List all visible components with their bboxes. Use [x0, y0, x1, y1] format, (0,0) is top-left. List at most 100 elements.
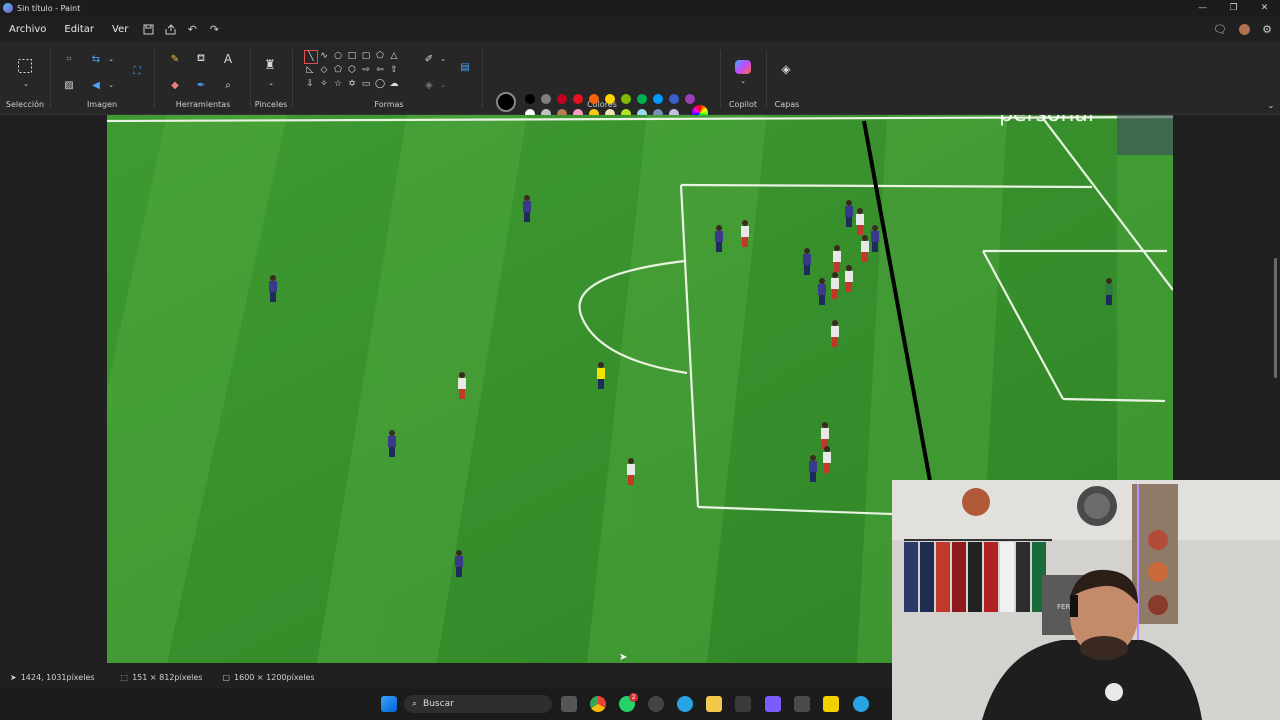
resize-chevron-icon[interactable]: ⌄ [104, 52, 118, 66]
diamond-shape-icon[interactable]: ◇ [318, 64, 330, 76]
palette-swatch[interactable] [557, 94, 567, 104]
player-figure [856, 208, 864, 235]
settings-gear-icon[interactable]: ⚙ [1262, 23, 1272, 36]
menu-editar[interactable]: Editar [55, 24, 103, 35]
stroke-size-icon[interactable]: ▤ [458, 60, 472, 74]
palette-swatch[interactable] [685, 94, 695, 104]
rotate-icon[interactable]: ◀ [89, 78, 103, 92]
palette-swatch[interactable] [621, 94, 631, 104]
layers-icon[interactable]: ◈ [779, 62, 793, 76]
palette-swatch[interactable] [637, 94, 647, 104]
primary-color-swatch[interactable] [496, 92, 516, 112]
windows-start-icon[interactable] [381, 696, 397, 712]
star6-shape-icon[interactable]: ✡ [346, 78, 358, 90]
app-icon-capture[interactable] [735, 696, 751, 712]
group-capas: ◈ Capas [768, 42, 806, 114]
copilot-chevron-icon[interactable]: ⌄ [736, 74, 750, 88]
fill-bucket-icon[interactable]: ⛾ [194, 52, 208, 66]
color-picker-icon[interactable]: ✒ [194, 78, 208, 92]
resize-icon[interactable]: ⇆ [89, 52, 103, 66]
triangle-shape-icon[interactable]: △ [388, 50, 400, 62]
player-figure [831, 272, 839, 299]
menu-ver[interactable]: Ver [103, 24, 137, 35]
brush-chevron-icon[interactable]: ⌄ [264, 76, 278, 90]
undo-icon[interactable]: ↶ [181, 18, 203, 40]
app-icon-grid[interactable] [765, 696, 781, 712]
text-tool-icon[interactable]: A [221, 52, 235, 66]
callout-rect-shape-icon[interactable]: ▭ [360, 78, 372, 90]
image-select-icon[interactable]: ⛶ [130, 64, 144, 78]
crop-icon[interactable]: ⌗ [62, 52, 76, 66]
pentagon-shape-icon[interactable]: ⬠ [332, 64, 344, 76]
group-label-formas: Formas [374, 100, 404, 109]
broadcast-watermark: personal [999, 115, 1094, 127]
menu-archivo[interactable]: Archivo [0, 24, 55, 35]
fill-chevron-icon[interactable]: ⌄ [436, 78, 450, 92]
palette-swatch[interactable] [653, 94, 663, 104]
select-dropdown-chevron-icon[interactable]: ⌄ [19, 77, 33, 91]
app-icon-obs[interactable] [648, 696, 664, 712]
palette-swatch[interactable] [589, 94, 599, 104]
eraser-icon[interactable]: ◆ [168, 78, 182, 92]
pencil-icon[interactable]: ✎ [168, 52, 182, 66]
palette-swatch[interactable] [573, 94, 583, 104]
sticky-notes-icon[interactable] [823, 696, 839, 712]
curve-shape-icon[interactable]: ∿ [318, 50, 330, 62]
group-label-seleccion: Selección [5, 100, 45, 109]
outline-icon[interactable]: ✐ [422, 52, 436, 66]
rotate-chevron-icon[interactable]: ⌄ [104, 78, 118, 92]
rectangle-shape-icon[interactable]: □ [346, 50, 358, 62]
chrome-icon[interactable] [590, 696, 606, 712]
star5-shape-icon[interactable]: ☆ [332, 78, 344, 90]
close-button[interactable]: ✕ [1249, 0, 1280, 16]
group-label-imagen: Imagen [86, 100, 118, 109]
taskbar-search[interactable]: ⌕ Buscar [404, 695, 552, 713]
group-imagen: ⌗ ⇆ ⌄ ⛶ ▨ ◀ ⌄ Imagen [52, 42, 152, 114]
arrow-right-shape-icon[interactable]: ⇨ [360, 64, 372, 76]
magnifier-icon[interactable]: ⌕ [221, 78, 235, 92]
rounded-rect-shape-icon[interactable]: ▢ [360, 50, 372, 62]
palette-swatch[interactable] [669, 94, 679, 104]
line-shape-icon[interactable]: ╲ [304, 50, 318, 64]
callout-oval-shape-icon[interactable]: ◯ [374, 78, 386, 90]
right-triangle-shape-icon[interactable]: ◺ [304, 64, 316, 76]
file-explorer-icon[interactable] [706, 696, 722, 712]
save-icon[interactable] [137, 18, 159, 40]
vertical-scrollbar[interactable] [1274, 258, 1277, 378]
telegram-icon[interactable] [677, 696, 693, 712]
pointer-icon: ➤ [10, 672, 17, 682]
palette-swatch[interactable] [605, 94, 615, 104]
arrow-left-shape-icon[interactable]: ⇦ [374, 64, 386, 76]
share-icon[interactable] [159, 18, 181, 40]
rectangle-select-icon[interactable] [17, 58, 33, 74]
collapse-ribbon-chevron-icon[interactable]: ⌄ [1264, 98, 1278, 112]
outline-chevron-icon[interactable]: ⌄ [436, 52, 450, 66]
player-figure [715, 225, 723, 252]
cloud-shape-icon[interactable]: ☁ [388, 78, 400, 90]
restore-button[interactable]: ❐ [1218, 0, 1249, 16]
arrow-down-shape-icon[interactable]: ⇩ [304, 78, 316, 90]
arrow-up-shape-icon[interactable]: ⇧ [388, 64, 400, 76]
comment-icon[interactable]: 🗨 [1213, 23, 1227, 36]
palette-swatch[interactable] [525, 94, 535, 104]
account-avatar-icon[interactable] [1239, 23, 1251, 35]
palette-swatch[interactable] [541, 94, 551, 104]
redo-icon[interactable]: ↷ [203, 18, 225, 40]
hexagon-shape-icon[interactable]: ⬡ [346, 64, 358, 76]
remove-background-icon[interactable]: ▨ [62, 78, 76, 92]
window-controls: — ❐ ✕ [1187, 0, 1280, 16]
ribbon-divider [292, 50, 293, 108]
ribbon-divider [720, 50, 721, 108]
star4-shape-icon[interactable]: ✧ [318, 78, 330, 90]
oval-shape-icon[interactable]: ○ [332, 50, 344, 62]
copilot-icon[interactable] [735, 60, 751, 74]
polygon-shape-icon[interactable]: ⬠ [374, 50, 386, 62]
group-copilot: ⌄ Copilot [722, 42, 764, 114]
shapes-gallery[interactable]: ╲ ∿ ○ □ ▢ ⬠ △ ◺ ◇ ⬠ ⬡ ⇨ ⇦ ⇧ ⇩ ✧ ☆ ✡ ▭ ◯ … [302, 50, 404, 92]
fill-icon[interactable]: ◈ [422, 78, 436, 92]
minimize-button[interactable]: — [1187, 0, 1218, 16]
telegram-desktop-icon[interactable] [853, 696, 869, 712]
task-view-icon[interactable] [561, 696, 577, 712]
brush-icon[interactable]: ♜ [263, 58, 277, 73]
calculator-icon[interactable] [794, 696, 810, 712]
